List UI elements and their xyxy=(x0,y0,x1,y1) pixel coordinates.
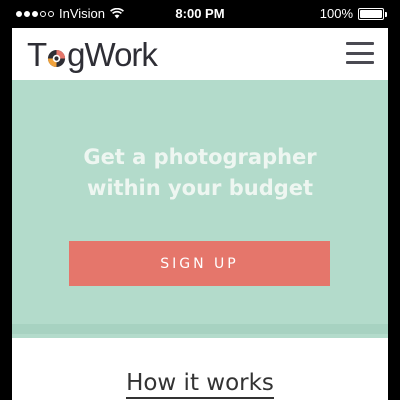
togwork-logo[interactable]: T gWork xyxy=(27,35,158,75)
status-bar: InVision 8:00 PM 100% xyxy=(0,0,400,28)
hero-section: Get a photographer within your budget SI… xyxy=(12,80,388,338)
battery-icon xyxy=(358,7,387,20)
logo-text-start: T xyxy=(27,36,47,73)
camera-lens-icon xyxy=(48,49,66,67)
hamburger-menu-icon[interactable] xyxy=(346,42,374,64)
device-frame: InVision 8:00 PM 100% T gWork Get a phot… xyxy=(0,0,400,400)
section-divider xyxy=(12,324,388,334)
battery-percent: 100% xyxy=(319,6,353,21)
battery-fill xyxy=(360,9,382,18)
logo-text-end: gWork xyxy=(67,36,158,73)
app-header: T gWork xyxy=(12,28,388,80)
hero-title-line-1: Get a photographer xyxy=(83,145,317,169)
hero-title-line-2: within your budget xyxy=(86,176,314,200)
app-screen: T gWork Get a photographer within your b… xyxy=(12,28,388,400)
status-right: 100% xyxy=(319,6,387,21)
sign-up-button[interactable]: SIGN UP xyxy=(69,241,330,286)
how-it-works-heading: How it works xyxy=(12,370,388,399)
how-it-works-text: How it works xyxy=(126,370,274,399)
hero-title: Get a photographer within your budget xyxy=(12,142,388,204)
